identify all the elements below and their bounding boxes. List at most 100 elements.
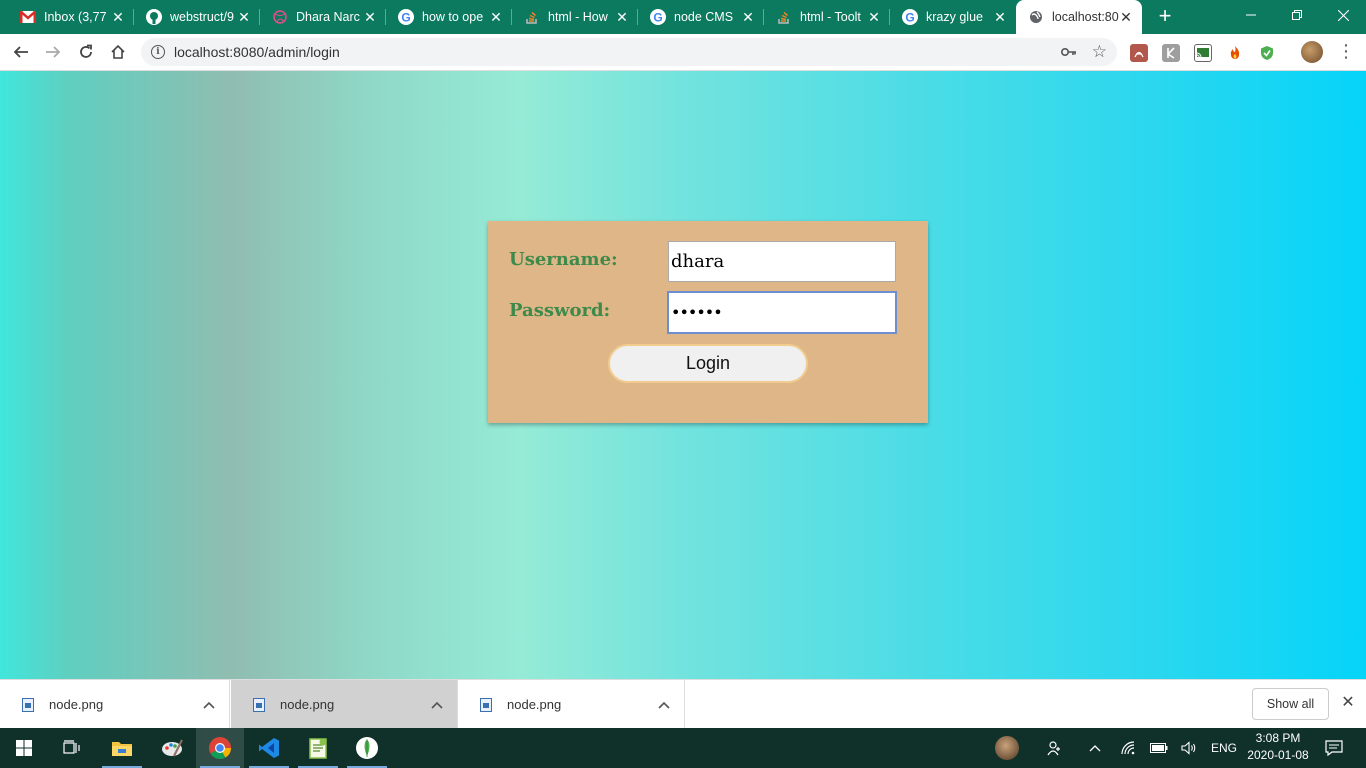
download-item[interactable]: node.png xyxy=(0,680,230,729)
minimize-button[interactable] xyxy=(1228,0,1274,30)
close-icon[interactable]: ✕ xyxy=(740,9,756,25)
stackoverflow-icon xyxy=(776,9,792,25)
shield-extension-icon[interactable] xyxy=(1258,44,1276,62)
wifi-icon[interactable] xyxy=(1116,728,1142,768)
svg-text:G: G xyxy=(401,11,410,25)
download-bar: node.png node.png node.png Show all ✕ xyxy=(0,679,1366,729)
svg-text:G: G xyxy=(653,11,662,25)
clock-date: 2020-01-08 xyxy=(1247,748,1309,762)
image-file-icon xyxy=(253,697,265,712)
close-icon[interactable]: ✕ xyxy=(614,9,630,25)
notification-center-icon[interactable] xyxy=(1318,728,1350,768)
close-icon[interactable]: ✕ xyxy=(362,9,378,25)
close-icon xyxy=(1337,9,1349,21)
windows-logo-icon xyxy=(16,740,32,756)
tab-dribbble[interactable]: Dhara Narc ✕ xyxy=(260,0,386,34)
password-label: Password: xyxy=(509,300,611,321)
new-tab-button[interactable]: + xyxy=(1154,5,1176,27)
start-button[interactable] xyxy=(0,728,48,768)
reload-button[interactable] xyxy=(74,40,98,64)
login-button[interactable]: Login xyxy=(608,344,808,383)
restore-icon xyxy=(1292,10,1302,20)
window-close-button[interactable] xyxy=(1320,0,1366,30)
pdf-extension-icon[interactable] xyxy=(1130,44,1148,62)
close-icon[interactable]: ✕ xyxy=(110,9,126,25)
download-filename: node.png xyxy=(507,697,562,712)
close-icon[interactable]: ✕ xyxy=(992,9,1008,25)
mongodb-app-button[interactable] xyxy=(343,728,391,768)
forward-button[interactable] xyxy=(41,40,65,64)
restore-button[interactable] xyxy=(1274,0,1320,30)
tab-google-3[interactable]: G krazy glue ✕ xyxy=(890,0,1016,34)
language-indicator[interactable]: ENG xyxy=(1208,728,1240,768)
download-item[interactable]: node.png xyxy=(458,680,685,729)
user-avatar xyxy=(995,736,1019,760)
people-icon[interactable] xyxy=(1040,728,1070,768)
tab-localhost[interactable]: localhost:80 ✕ xyxy=(1016,0,1142,34)
tab-stackoverflow-1[interactable]: html - How ✕ xyxy=(512,0,638,34)
user-photo-icon[interactable] xyxy=(992,728,1022,768)
password-field[interactable]: •••••• xyxy=(668,292,896,333)
reload-icon xyxy=(80,44,92,58)
file-explorer-button[interactable] xyxy=(98,728,146,768)
volume-icon[interactable] xyxy=(1176,728,1202,768)
bookmark-star-icon[interactable]: ☆ xyxy=(1092,42,1107,62)
close-icon[interactable]: ✕ xyxy=(236,9,252,25)
vscode-app-button[interactable] xyxy=(245,728,293,768)
chrome-icon xyxy=(209,737,231,759)
windows-taskbar: ENG 3:08 PM 2020-01-08 xyxy=(0,728,1366,768)
vscode-icon xyxy=(259,738,279,758)
chevron-up-icon[interactable] xyxy=(203,696,215,712)
login-form: Username: dhara Password: •••••• Login xyxy=(488,221,928,423)
tab-stackoverflow-2[interactable]: html - Toolt ✕ xyxy=(764,0,890,34)
profile-avatar[interactable] xyxy=(1301,41,1323,63)
close-icon[interactable]: ✕ xyxy=(1339,694,1357,712)
info-icon[interactable]: i xyxy=(151,45,165,59)
tab-title: html - How xyxy=(548,10,608,24)
url-text: localhost:8080/admin/login xyxy=(174,44,340,60)
extension-k-icon[interactable] xyxy=(1162,44,1180,62)
paint-app-button[interactable] xyxy=(148,728,196,768)
chevron-up-icon[interactable] xyxy=(1082,728,1108,768)
image-file-icon xyxy=(22,697,34,712)
gmail-icon xyxy=(20,9,36,25)
notepad-app-button[interactable] xyxy=(294,728,342,768)
page-content: Username: dhara Password: •••••• Login xyxy=(0,71,1366,679)
tab-github[interactable]: webstruct/9 ✕ xyxy=(134,0,260,34)
battery-icon[interactable] xyxy=(1146,728,1172,768)
show-all-button[interactable]: Show all xyxy=(1252,688,1329,720)
tab-title: webstruct/9 xyxy=(170,10,234,24)
system-clock[interactable]: 3:08 PM 2020-01-08 xyxy=(1242,730,1314,764)
key-icon[interactable] xyxy=(1060,44,1077,60)
cast-icon[interactable] xyxy=(1194,44,1212,62)
chevron-up-icon[interactable] xyxy=(431,696,443,712)
home-button[interactable] xyxy=(106,40,130,64)
download-filename: node.png xyxy=(49,697,104,712)
task-view-button[interactable] xyxy=(48,728,96,768)
fire-extension-icon[interactable] xyxy=(1226,44,1244,62)
tab-google-1[interactable]: G how to ope ✕ xyxy=(386,0,512,34)
notepad-plus-icon xyxy=(309,738,327,759)
download-filename: node.png xyxy=(280,697,335,712)
back-button[interactable] xyxy=(9,40,33,64)
back-arrow-icon xyxy=(13,46,28,58)
close-icon[interactable]: ✕ xyxy=(488,9,504,25)
more-menu-icon[interactable]: ⋮ xyxy=(1337,42,1355,62)
github-icon xyxy=(146,9,162,25)
download-item[interactable]: node.png xyxy=(231,680,458,729)
tab-gmail[interactable]: Inbox (3,77 ✕ xyxy=(0,0,134,34)
chevron-up-icon[interactable] xyxy=(658,696,670,712)
image-file-icon xyxy=(480,697,492,712)
google-icon: G xyxy=(650,9,666,25)
chrome-app-button[interactable] xyxy=(196,728,244,768)
tab-title: how to ope xyxy=(422,10,484,24)
tab-title: localhost:80 xyxy=(1052,10,1119,24)
tab-google-2[interactable]: G node CMS ✕ xyxy=(638,0,764,34)
address-bar[interactable]: i localhost:8080/admin/login ☆ xyxy=(141,38,1117,66)
close-icon[interactable]: ✕ xyxy=(1118,9,1134,25)
globe-icon xyxy=(1028,9,1044,25)
tab-title: krazy glue xyxy=(926,10,983,24)
tab-title: Dhara Narc xyxy=(296,10,360,24)
username-field[interactable]: dhara xyxy=(668,241,896,282)
close-icon[interactable]: ✕ xyxy=(866,9,882,25)
